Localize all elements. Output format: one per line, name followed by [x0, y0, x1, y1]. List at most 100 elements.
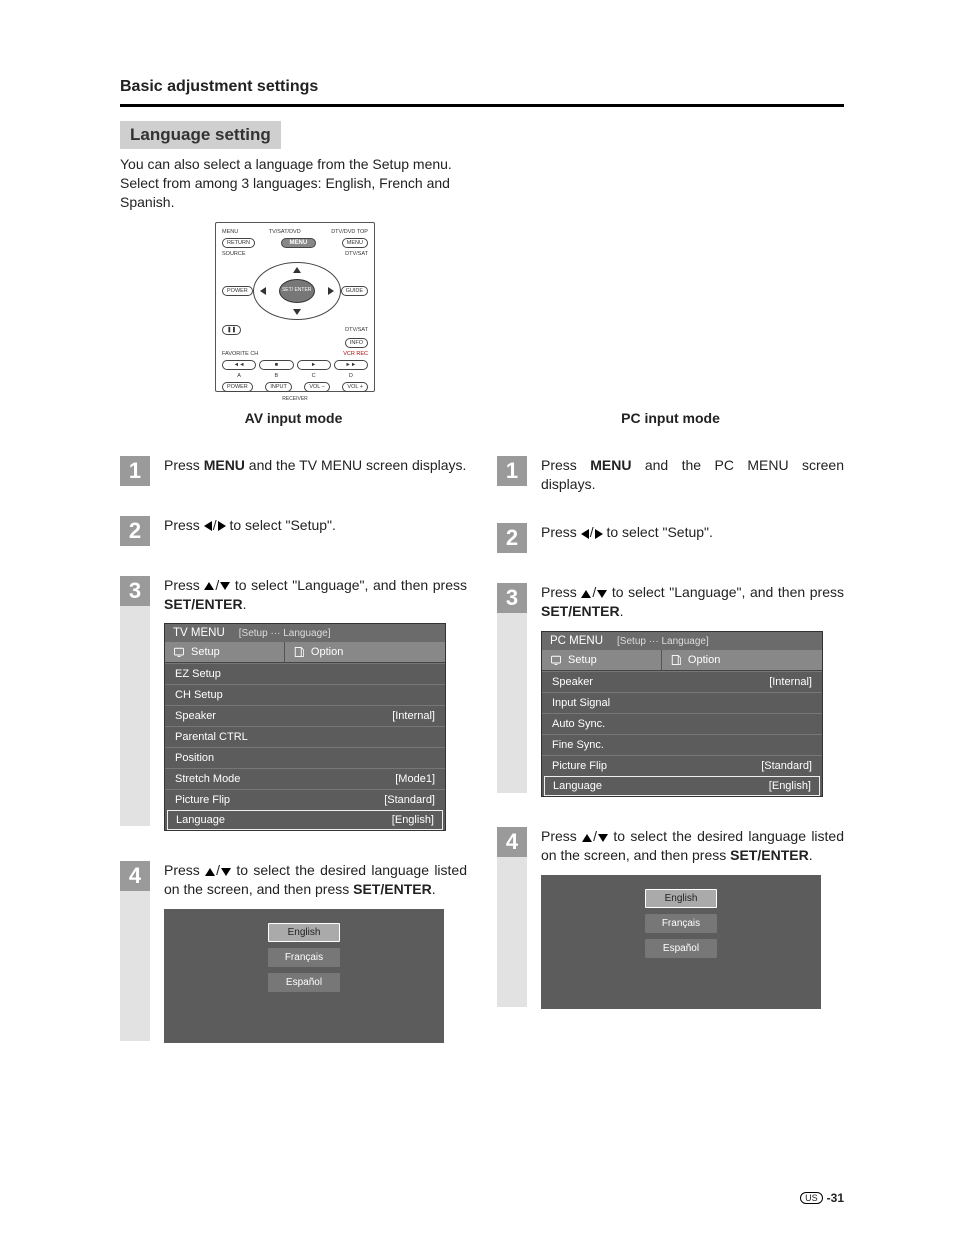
rule: [120, 104, 844, 107]
remote-play-btn: ►: [297, 360, 331, 370]
remote-label: TV/SAT/DVD: [269, 229, 301, 235]
menu-row-label: Auto Sync.: [552, 718, 605, 730]
menu-row: Stretch Mode [Mode1]: [165, 768, 445, 789]
remote-info-btn: INFO: [345, 338, 368, 348]
pc-menu-screenshot: PC MENU [Setup ··· Language] Setup Optio…: [541, 631, 823, 797]
doc-icon: [670, 654, 682, 666]
step-text: Press / to select "Setup".: [541, 523, 844, 542]
region-badge: US: [800, 1192, 823, 1204]
remote-label: MENU: [222, 229, 238, 235]
menu-row-value: [Internal]: [392, 710, 435, 722]
menu-row-label: Speaker: [175, 710, 216, 722]
remote-ff-btn: ►►: [334, 360, 368, 370]
intro-text: You can also select a language from the …: [120, 155, 470, 212]
remote-stop-btn: ■: [259, 360, 293, 370]
remote-label: DTV/SAT: [345, 251, 368, 257]
menu-row-value: [Mode1]: [395, 773, 435, 785]
tv-icon: [550, 654, 562, 666]
doc-icon: [293, 646, 305, 658]
step-text: Press / to select "Language", and then p…: [164, 576, 467, 614]
menu-row: Parental CTRL: [165, 726, 445, 747]
up-arrow-icon: [293, 267, 301, 273]
remote-label: RECEIVER: [222, 396, 368, 402]
menu-row-label: CH Setup: [175, 689, 223, 701]
av-mode-title: AV input mode: [120, 410, 467, 426]
step-number: 2: [120, 516, 150, 546]
menu-row: Picture Flip[Standard]: [165, 789, 445, 810]
menu-tab-setup: Setup: [165, 642, 285, 662]
step-number: 1: [497, 456, 527, 486]
language-option: Français: [268, 948, 340, 967]
step-text: Press / to select "Language", and then p…: [541, 583, 844, 621]
menu-tab-option: Option: [662, 650, 822, 670]
tv-icon: [173, 646, 185, 658]
menu-row: Input Signal: [542, 692, 822, 713]
menu-row: Fine Sync.: [542, 734, 822, 755]
menu-row: EZ Setup: [165, 663, 445, 684]
step-number: 3: [120, 576, 150, 606]
step-text: Press / to select "Setup".: [164, 516, 467, 535]
remote-label: FAVORITE CH: [222, 351, 258, 357]
menu-row-label: Fine Sync.: [552, 739, 604, 751]
remote-power-btn: POWER: [222, 286, 253, 296]
right-arrow-icon: [218, 521, 226, 531]
menu-row: Language[English]: [544, 776, 820, 796]
menu-row-label: Parental CTRL: [175, 731, 248, 743]
menu-row-value: [Standard]: [761, 760, 812, 772]
step-number: 1: [120, 456, 150, 486]
menu-row-label: Language: [176, 814, 225, 826]
remote-dpad: SET/ ENTER: [253, 262, 341, 320]
tv-menu-screenshot: TV MENU [Setup ··· Language] Setup Optio…: [164, 623, 446, 831]
menu-row-value: [English]: [392, 814, 434, 826]
right-arrow-icon: [595, 529, 603, 539]
left-arrow-icon: [260, 287, 266, 295]
remote-rew-btn: ◄◄: [222, 360, 256, 370]
menu-title: PC MENU: [550, 635, 603, 647]
remote-label: D: [334, 373, 368, 379]
up-arrow-icon: [204, 582, 214, 590]
menu-row-label: Picture Flip: [175, 794, 230, 806]
up-arrow-icon: [582, 834, 592, 842]
up-arrow-icon: [205, 868, 215, 876]
left-arrow-icon: [581, 529, 589, 539]
language-option: Español: [645, 939, 717, 958]
language-select-screenshot: EnglishFrançaisEspañol: [164, 909, 444, 1043]
menu-title: TV MENU: [173, 627, 225, 639]
remote-menu-btn: MENU: [281, 238, 317, 248]
down-arrow-icon: [293, 309, 301, 315]
remote-label: SOURCE: [222, 251, 246, 257]
step-number: 4: [497, 827, 527, 857]
menu-tab-setup: Setup: [542, 650, 662, 670]
remote-label: B: [259, 373, 293, 379]
language-option: English: [645, 889, 717, 908]
menu-tab-option: Option: [285, 642, 445, 662]
menu-row: Language [English]: [167, 810, 443, 830]
down-arrow-icon: [597, 590, 607, 598]
remote-vol-up-btn: VOL +: [342, 382, 368, 392]
language-select-screenshot: EnglishFrançaisEspañol: [541, 875, 821, 1009]
menu-row: Position: [165, 747, 445, 768]
remote-return-btn: RETURN: [222, 238, 255, 248]
left-arrow-icon: [204, 521, 212, 531]
menu-breadcrumb: [Setup ··· Language]: [239, 628, 331, 639]
remote-recv-power-btn: POWER: [222, 382, 253, 392]
down-arrow-icon: [220, 582, 230, 590]
menu-row-label: Language: [553, 780, 602, 792]
menu-row-value: [Internal]: [769, 676, 812, 688]
remote-label: DTV/SAT: [345, 327, 368, 333]
menu-breadcrumb: [Setup ··· Language]: [617, 636, 709, 647]
remote-input-btn: INPUT: [265, 382, 292, 392]
right-arrow-icon: [328, 287, 334, 295]
menu-row-label: Picture Flip: [552, 760, 607, 772]
language-option: Español: [268, 973, 340, 992]
menu-row-label: EZ Setup: [175, 668, 221, 680]
menu-row-label: Position: [175, 752, 214, 764]
menu-row: CH Setup: [165, 684, 445, 705]
step-text: Press MENU and the TV MENU screen displa…: [164, 456, 467, 475]
menu-row-label: Stretch Mode: [175, 773, 240, 785]
box-heading: Language setting: [120, 121, 281, 149]
menu-row: Picture Flip [Standard]: [542, 755, 822, 776]
section-title: Basic adjustment settings: [120, 78, 844, 96]
down-arrow-icon: [221, 868, 231, 876]
remote-menu2-btn: MENU: [342, 238, 368, 248]
